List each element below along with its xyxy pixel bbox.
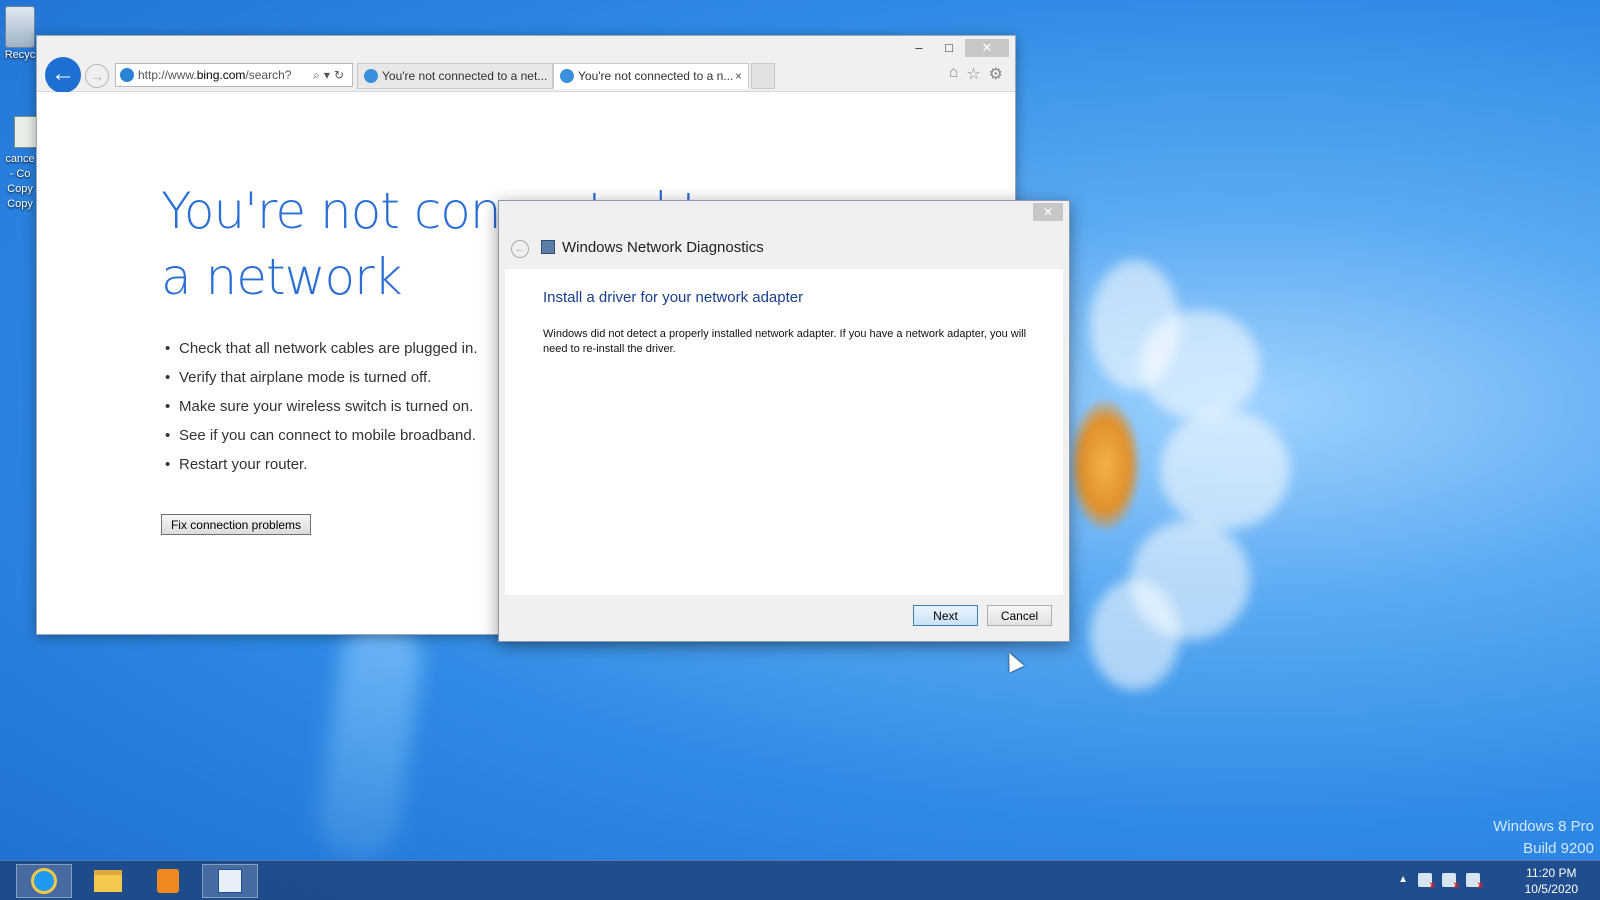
dialog-body: Install a driver for your network adapte…: [505, 269, 1063, 595]
list-item: Check that all network cables are plugge…: [165, 334, 478, 363]
address-prefix: http://www.: [138, 68, 197, 82]
refresh-icon[interactable]: ↻: [334, 68, 348, 82]
clock-time: 11:20 PM: [1526, 866, 1577, 880]
recycle-bin-label: Recyc: [4, 49, 36, 61]
diagnostics-app-icon: [541, 240, 555, 254]
mouse-cursor-icon: [1001, 649, 1025, 673]
favorites-star-icon[interactable]: ☆: [966, 64, 980, 84]
dropdown-icon[interactable]: ▾: [324, 68, 334, 82]
list-item: See if you can connect to mobile broadba…: [165, 421, 478, 450]
volume-muted-icon[interactable]: [1418, 873, 1435, 891]
desktop-file-label-line: Copy: [7, 198, 33, 210]
tab-page-icon: [560, 69, 574, 83]
wallpaper-stem: [313, 615, 427, 865]
dialog-title: Windows Network Diagnostics: [562, 239, 764, 256]
clock-date: 10/5/2020: [1524, 882, 1578, 896]
close-button[interactable]: ✕: [965, 39, 1009, 57]
minimize-button[interactable]: –: [905, 39, 933, 57]
desktop-file-label-line: cance: [5, 153, 35, 165]
address-host: bing.com: [196, 68, 246, 82]
maximize-button[interactable]: □: [935, 39, 963, 57]
dialog-close-button[interactable]: ✕: [1033, 203, 1063, 221]
action-center-flag-icon[interactable]: [1442, 873, 1459, 891]
tab-page-icon: [364, 69, 378, 83]
window-controls: – □ ✕: [905, 39, 1009, 57]
network-disconnected-icon[interactable]: [1466, 873, 1483, 891]
settings-gear-icon[interactable]: ⚙: [989, 64, 1003, 84]
browser-tools: ⌂ ☆ ⚙: [949, 64, 1003, 84]
tab-2-active[interactable]: You're not connected to a n... ×: [553, 63, 749, 89]
desktop-file-label-line: Copy: [7, 183, 33, 195]
taskbar-internet-explorer-icon[interactable]: [16, 864, 72, 898]
recycle-bin-icon[interactable]: Recyc: [0, 6, 40, 63]
tab-label: You're not connected to a net...: [382, 69, 548, 83]
taskbar: ▲ 11:20 PM 10/5/2020: [0, 860, 1600, 900]
address-bar[interactable]: http://www.bing.com/search? ⌕▾↻: [115, 63, 353, 87]
tab-1[interactable]: You're not connected to a net...: [357, 63, 553, 89]
new-tab-button[interactable]: [751, 63, 775, 89]
dialog-message: Windows did not detect a properly instal…: [543, 328, 1027, 355]
browser-toolbar: – □ ✕ ← → http://www.bing.com/search? ⌕▾…: [37, 36, 1015, 93]
cancel-button[interactable]: Cancel: [987, 605, 1052, 626]
os-watermark: Windows 8 Pro Build 9200: [1493, 816, 1594, 860]
watermark-edition: Windows 8 Pro: [1493, 818, 1594, 835]
next-button[interactable]: Next: [913, 605, 978, 626]
desktop-file-label-line: - Co: [9, 168, 31, 180]
taskbar-media-player-icon[interactable]: [140, 864, 196, 898]
forward-arrow-icon[interactable]: →: [85, 64, 109, 88]
network-diagnostics-dialog: ✕ ← Windows Network Diagnostics Install …: [498, 200, 1070, 642]
taskbar-clock[interactable]: 11:20 PM 10/5/2020: [1525, 865, 1578, 897]
fix-connection-button[interactable]: Fix connection problems: [161, 514, 311, 535]
dialog-heading: Install a driver for your network adapte…: [543, 289, 804, 306]
taskbar-network-diagnostics-icon[interactable]: [202, 864, 258, 898]
wallpaper-flower: [1050, 250, 1350, 710]
watermark-build: Build 9200: [1523, 840, 1594, 857]
home-icon[interactable]: ⌂: [949, 64, 959, 84]
desktop-file-icon[interactable]: cance - Co Copy Copy: [0, 116, 40, 212]
back-arrow-icon[interactable]: ←: [45, 57, 81, 93]
list-item: Restart your router.: [165, 450, 478, 479]
page-icon: [120, 68, 134, 82]
dialog-back-arrow-icon[interactable]: ←: [511, 240, 529, 258]
list-item: Verify that airplane mode is turned off.: [165, 363, 478, 392]
search-icon[interactable]: ⌕: [313, 68, 324, 82]
close-tab-icon[interactable]: ×: [735, 64, 742, 88]
tab-label: You're not connected to a n...: [578, 69, 734, 83]
taskbar-file-explorer-icon[interactable]: [80, 864, 136, 898]
show-hidden-icons-arrow[interactable]: ▲: [1398, 873, 1408, 887]
system-tray: ▲: [1398, 873, 1483, 891]
troubleshoot-list: Check that all network cables are plugge…: [165, 334, 478, 479]
address-path: /search?: [245, 68, 292, 82]
list-item: Make sure your wireless switch is turned…: [165, 392, 478, 421]
